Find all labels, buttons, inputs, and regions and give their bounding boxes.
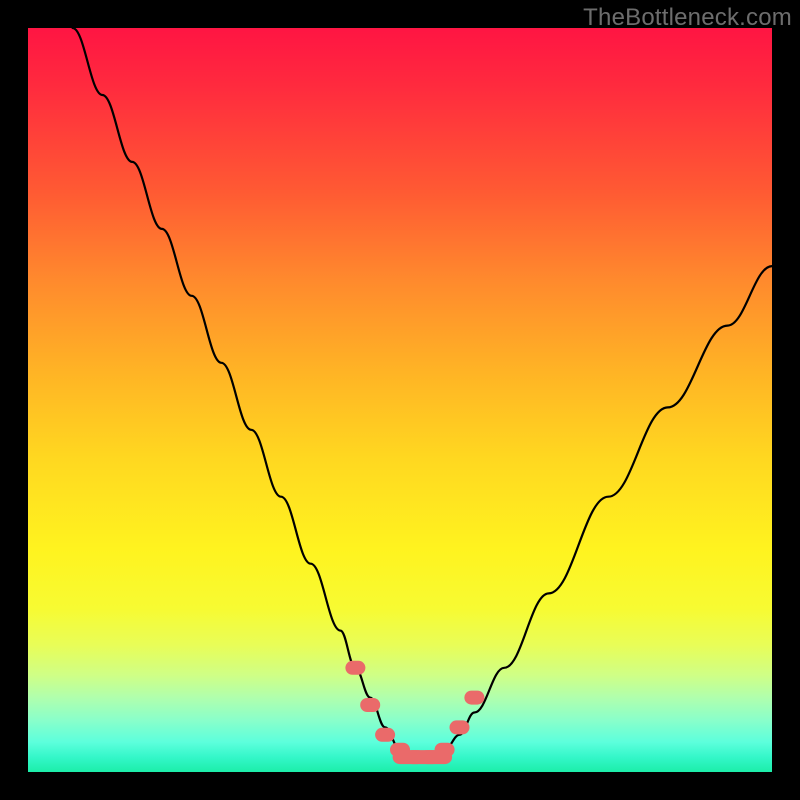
marker-bar xyxy=(393,750,453,764)
marker xyxy=(345,661,365,675)
highlighted-points xyxy=(345,661,484,764)
curve-layer xyxy=(28,28,772,772)
chart-frame: TheBottleneck.com xyxy=(0,0,800,800)
marker xyxy=(450,720,470,734)
marker xyxy=(360,698,380,712)
marker xyxy=(464,691,484,705)
marker xyxy=(375,728,395,742)
bottleneck-curve xyxy=(73,28,772,757)
plot-area xyxy=(28,28,772,772)
watermark-text: TheBottleneck.com xyxy=(583,4,792,32)
